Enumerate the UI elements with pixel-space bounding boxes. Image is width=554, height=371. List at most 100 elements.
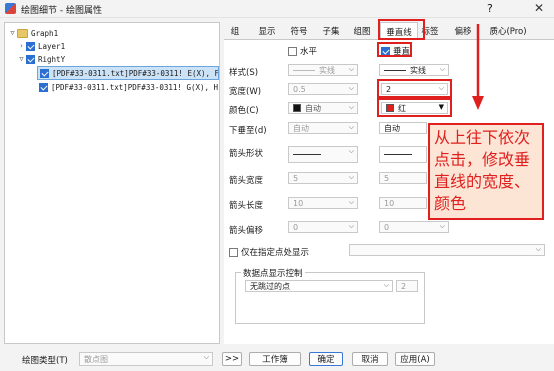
color-label: 颜色(C) [229,106,259,116]
tree-node-graph[interactable]: ▽ Graph1 [8,27,58,39]
dropdown-value: 自动 [293,123,309,133]
expand-arrow-icon[interactable]: ▽ [17,55,26,63]
workbook-button[interactable]: 工作簿 [249,352,301,366]
dropdown-value: 0 [384,222,390,232]
style-label: 样式(S) [229,68,259,78]
cancel-button[interactable]: 取消 [352,352,388,366]
horizontal-width-dropdown[interactable]: 0.5 ⌵ [288,83,358,95]
only-show-option[interactable]: 仅在指定点处显示 [229,246,309,258]
annotation-arrow [472,24,484,110]
chevron-down-icon: ⌵ [348,173,354,181]
horizontal-arrow-offset-dropdown[interactable]: 0 ⌵ [288,221,358,233]
specified-points-dropdown[interactable]: ⌵ [349,244,545,256]
horizontal-color-dropdown[interactable]: 自动 ⌵ [288,102,358,114]
horizontal-option[interactable]: 水平 [288,45,317,57]
plot-type-dropdown[interactable]: 散点图 ⌵ [79,352,213,366]
solid-line-icon [293,69,315,71]
chevron-down-icon: ⌵ [348,84,354,92]
dropdown-value: 10 [384,198,395,208]
dropdown-value: 自动 [384,123,400,133]
color-highlight-box [377,98,452,117]
close-button[interactable]: ✕ [534,1,544,15]
vertical-arrow-width-dropdown[interactable]: 5 [379,172,427,184]
datapoint-skip-dropdown[interactable]: 无跳过的点 ⌵ [245,280,393,292]
arrow-length-label: 箭头长度 [229,201,264,211]
dropdown-value: 自动 [305,103,321,113]
chevron-down-icon: ⌵ [439,222,445,230]
chevron-down-icon: ⌵ [203,353,209,361]
dropdown-value: 实线 [410,65,426,75]
dropdown-value: 散点图 [84,354,108,364]
tree-node-plot1[interactable]: [PDF#33-0311.txt]PDF#33-0311! E(X), F(Y) [37,66,219,80]
plot-type-label: 绘图类型(T) [22,356,68,366]
width-label: 宽度(W) [229,87,262,97]
collapse-arrow-icon[interactable]: › [17,42,26,50]
datapoint-group-title: 数据点显示控制 [241,267,305,279]
plot1-checkbox[interactable] [40,68,49,78]
horizontal-checkbox[interactable] [288,46,297,56]
horizontal-arrow-shape-dropdown[interactable]: ⌵ [288,146,358,163]
folder-icon [17,28,28,38]
chevron-down-icon: ⌵ [348,103,354,111]
tree-node-plot2[interactable]: [PDF#33-0311.txt]PDF#33-0311! G(X), H(Y) [37,81,219,93]
chevron-down-icon: ⌵ [348,123,354,131]
help-button[interactable]: ? [487,2,493,15]
tree-node-label: Layer1 [38,41,66,51]
tab-group-plot[interactable]: 组图 [349,22,375,40]
dropdown-value: 5 [384,173,390,183]
chevron-down-icon: ⌵ [348,198,354,206]
arrow-width-label: 箭头宽度 [229,176,264,186]
dropdown-value: 0 [293,222,299,232]
window-title: 绘图细节 - 绘图属性 [21,6,102,16]
vertical-highlight-box [377,42,412,57]
expand-arrow-icon[interactable]: ▽ [8,29,17,37]
horizontal-arrow-length-dropdown[interactable]: 10 ⌵ [288,197,358,209]
dropdown-value: 10 [293,198,304,208]
arrow-shape-label: 箭头形状 [229,149,264,159]
dropdown-value: 0.5 [293,84,306,94]
chevron-down-icon: ⌵ [348,222,354,230]
dropdown-value: 5 [293,173,299,183]
vertical-down-to-dropdown[interactable]: 自动 [379,122,427,134]
chevron-down-icon: ⌵ [383,281,389,289]
tab-subset[interactable]: 子集 [318,22,344,40]
horizontal-style-dropdown[interactable]: 实线 ⌵ [288,64,358,76]
vertical-style-dropdown[interactable]: 实线 ⌵ [379,64,449,76]
dropdown-value: 实线 [319,65,335,75]
tree-node-righty[interactable]: ▽ RightY [17,53,65,65]
arrow-offset-label: 箭头偏移 [229,226,264,236]
tree-node-label: Graph1 [31,28,59,38]
horizontal-arrow-width-dropdown[interactable]: 5 ⌵ [288,172,358,184]
plot-tree-panel: ▽ Graph1 › Layer1 ▽ RightY [PDF#33-0311.… [4,22,220,344]
tab-highlight-box [378,19,425,40]
tree-node-label: RightY [38,54,66,64]
apply-button[interactable]: 应用(A) [395,352,435,366]
annotation-callout: 从上往下依次点击，修改垂直线的宽度、颜色 [428,123,544,220]
layer-checkbox[interactable] [26,41,35,51]
line-preview-icon [293,154,321,155]
plot2-checkbox[interactable] [39,82,48,92]
tab-group[interactable]: 组 [224,22,246,40]
only-show-label: 仅在指定点处显示 [241,248,310,258]
datapoint-number-field[interactable]: 2 [396,280,418,292]
chevron-down-icon: ⌵ [535,245,541,253]
tree-node-label: [PDF#33-0311.txt]PDF#33-0311! E(X), F(Y) [52,68,219,78]
only-show-checkbox[interactable] [229,247,238,257]
tree-node-layer[interactable]: › Layer1 [17,40,65,52]
horizontal-label: 水平 [300,47,318,57]
vertical-arrow-offset-dropdown[interactable]: 0 ⌵ [379,221,449,233]
vertical-arrow-length-dropdown[interactable]: 10 [379,197,427,209]
more-button[interactable]: >> [222,352,242,366]
width-highlight-box [377,79,452,98]
app-icon [5,3,16,14]
tree-node-label: [PDF#33-0311.txt]PDF#33-0311! G(X), H(Y) [51,82,219,92]
line-preview-icon [384,154,412,155]
ok-button[interactable]: 确定 [309,352,343,366]
tab-symbol[interactable]: 符号 [286,22,312,40]
righty-checkbox[interactable] [26,54,35,64]
tab-centroid[interactable]: 质心(Pro) [484,22,532,40]
chevron-down-icon: ⌵ [348,65,354,73]
tab-display[interactable]: 显示 [254,22,280,40]
horizontal-down-to-dropdown[interactable]: 自动 ⌵ [288,122,358,134]
vertical-arrow-shape-dropdown[interactable] [379,146,427,163]
